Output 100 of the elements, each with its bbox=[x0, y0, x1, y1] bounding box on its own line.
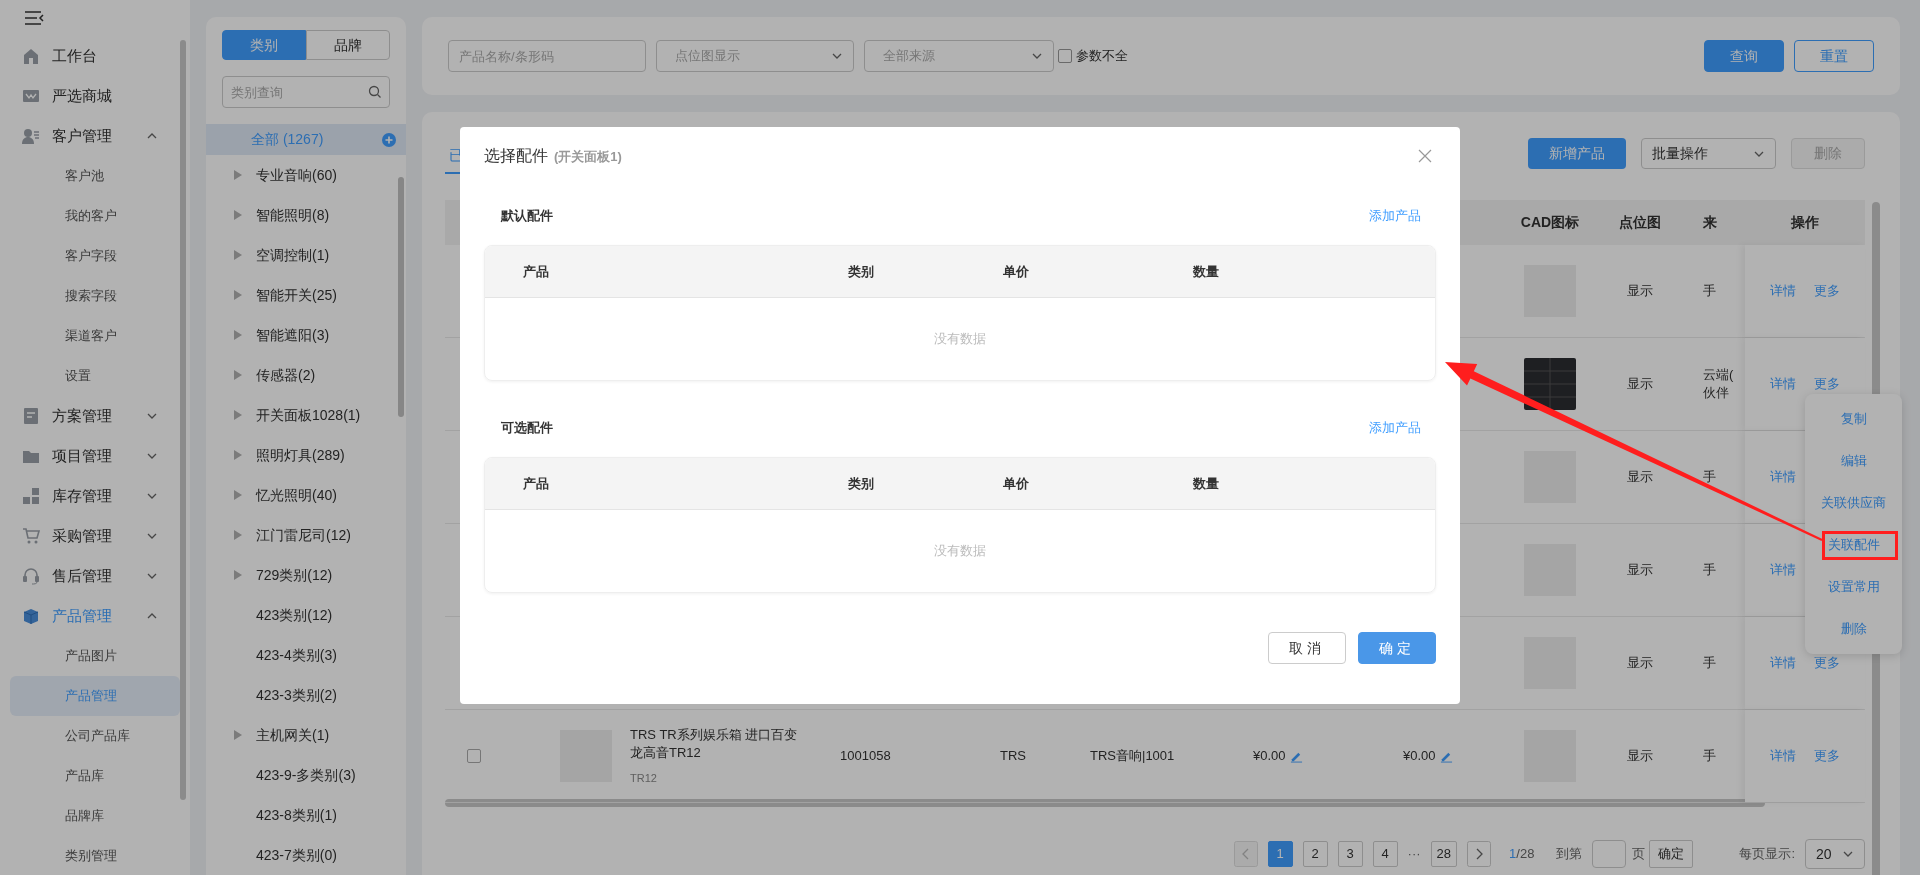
expand-triangle-icon[interactable] bbox=[234, 570, 242, 580]
page-button[interactable]: 3 bbox=[1337, 841, 1363, 867]
page-input-field[interactable] bbox=[1592, 840, 1627, 868]
section-title: 默认配件 bbox=[501, 207, 553, 226]
scrollbar[interactable] bbox=[398, 177, 404, 417]
tree-item[interactable]: 江门雷尼司(12) bbox=[256, 524, 351, 546]
cart-icon bbox=[22, 527, 40, 545]
column-header: 数量 bbox=[1193, 263, 1219, 279]
scrollbar[interactable] bbox=[445, 799, 1765, 807]
tree-item[interactable]: 423-4类别(3) bbox=[256, 644, 337, 666]
column-header: 数量 bbox=[1193, 475, 1219, 491]
switch-panel-image bbox=[1524, 358, 1576, 410]
tree-item[interactable]: 主机网关(1) bbox=[256, 724, 330, 746]
table-cell-text: 手 bbox=[1703, 468, 1717, 486]
table-cell-text: 手 bbox=[1703, 282, 1717, 300]
sidebar-subitem[interactable]: 搜索字段 bbox=[10, 276, 180, 316]
expand-triangle-icon[interactable] bbox=[234, 370, 242, 380]
price-cell-text: ¥0.00 bbox=[1253, 747, 1286, 766]
add-product-link[interactable]: 添加产品 bbox=[1369, 206, 1421, 226]
column-header: 来 bbox=[1702, 213, 1718, 232]
tree-item[interactable]: 423-8类别(1) bbox=[256, 804, 337, 826]
batch-select[interactable]: 批量操作 bbox=[1641, 138, 1776, 169]
close-icon[interactable] bbox=[1418, 149, 1432, 163]
total-pages: /28 bbox=[1516, 846, 1535, 862]
sidebar-subitem[interactable]: 类别管理 bbox=[10, 836, 180, 875]
tree-item[interactable]: 智能照明(8) bbox=[256, 204, 330, 226]
table-cell: 显示 bbox=[1627, 655, 1653, 671]
mall-icon bbox=[22, 87, 40, 105]
table-cell-text: 伙伴 bbox=[1703, 384, 1730, 402]
table-cell: 显示 bbox=[1627, 562, 1653, 578]
page-button[interactable]: 4 bbox=[1372, 841, 1398, 867]
search-field[interactable]: 类别查询 bbox=[222, 76, 390, 109]
expand-triangle-icon[interactable] bbox=[234, 410, 242, 420]
previous-page-button[interactable] bbox=[1233, 841, 1258, 867]
plus-circle-icon[interactable] bbox=[382, 132, 396, 147]
confirm-button[interactable]: 确定 bbox=[1358, 632, 1436, 664]
sidebar-subitem[interactable]: 设置 bbox=[10, 356, 180, 396]
menu-icon[interactable] bbox=[24, 10, 44, 26]
next-page-button[interactable] bbox=[1467, 841, 1492, 867]
column-header: 产品 bbox=[523, 475, 549, 491]
page-button[interactable]: 2 bbox=[1302, 841, 1328, 867]
expand-triangle-icon[interactable] bbox=[234, 170, 242, 180]
tree-item[interactable]: 专业音响(60) bbox=[256, 164, 337, 186]
tree-item[interactable]: 空调控制(1) bbox=[256, 244, 330, 266]
tree-item[interactable]: 传感器(2) bbox=[256, 364, 316, 386]
modal-subtitle: (开关面板1) bbox=[554, 148, 622, 166]
column-header: 类别 bbox=[848, 263, 874, 279]
sidebar-subitem[interactable]: 产品图片 bbox=[10, 636, 180, 676]
sidebar-item[interactable]: 工作台 bbox=[0, 36, 190, 76]
name-input-field[interactable]: 产品名称/条形码 bbox=[448, 40, 646, 72]
expand-triangle-icon[interactable] bbox=[234, 330, 242, 340]
price-cell-text: ¥0.00 bbox=[1403, 747, 1436, 766]
current-page: 1 bbox=[1509, 846, 1517, 862]
tree-item[interactable]: 423-9-多类别(3) bbox=[256, 764, 356, 786]
search-icon[interactable] bbox=[368, 85, 382, 100]
expand-triangle-icon[interactable] bbox=[234, 250, 242, 260]
tree-item[interactable]: 423-7类别(0) bbox=[256, 844, 337, 866]
table-cell: 显示 bbox=[1627, 283, 1653, 299]
confirm-page-button[interactable]: 确定 bbox=[1649, 840, 1694, 868]
tree-item[interactable]: 照明灯具(289) bbox=[256, 444, 345, 466]
checkbox[interactable] bbox=[467, 749, 481, 763]
product-model: TR12 bbox=[630, 770, 658, 786]
tree-item[interactable]: 729类别(12) bbox=[256, 564, 333, 586]
sidebar-subitem[interactable]: 我的客户 bbox=[10, 196, 180, 236]
sidebar-subitem[interactable]: 客户字段 bbox=[10, 236, 180, 276]
cube-icon bbox=[22, 607, 40, 625]
tree-item-label: 全部 (1267) bbox=[251, 130, 325, 149]
cancel-button[interactable]: 取消 bbox=[1268, 632, 1346, 664]
table-cell-text: 手 bbox=[1703, 654, 1717, 672]
table-cell-text: 手 bbox=[1703, 561, 1717, 579]
checkbox[interactable] bbox=[1058, 49, 1072, 63]
tree-item[interactable]: 智能开关(25) bbox=[256, 284, 337, 306]
page-button[interactable]: 28 bbox=[1430, 841, 1458, 867]
sidebar-subitem[interactable]: 渠道客户 bbox=[10, 316, 180, 356]
expand-triangle-icon[interactable] bbox=[234, 450, 242, 460]
sidebar-subitem[interactable]: 产品库 bbox=[10, 756, 180, 796]
category-tab[interactable]: 品牌 bbox=[306, 30, 390, 61]
expand-triangle-icon[interactable] bbox=[234, 530, 242, 540]
tree-item[interactable]: 智能遮阳(3) bbox=[256, 324, 330, 346]
tree-item[interactable]: 423类别(12) bbox=[256, 604, 333, 626]
sidebar-subitem[interactable]: 客户池 bbox=[10, 156, 180, 196]
expand-triangle-icon[interactable] bbox=[234, 210, 242, 220]
scrollbar[interactable] bbox=[180, 40, 186, 800]
section-title: 可选配件 bbox=[501, 419, 553, 438]
table-cell: 1001058 bbox=[840, 748, 891, 764]
user-card-icon bbox=[22, 127, 40, 145]
sidebar-subitem[interactable]: 公司产品库 bbox=[10, 716, 180, 756]
tree-item[interactable]: 开关面板1028(1) bbox=[256, 404, 361, 426]
add-product-link[interactable]: 添加产品 bbox=[1369, 418, 1421, 438]
blocks-icon bbox=[22, 487, 40, 505]
ellipsis: ··· bbox=[1407, 845, 1421, 864]
tree-item[interactable]: 忆光照明(40) bbox=[256, 484, 337, 506]
expand-triangle-icon[interactable] bbox=[234, 490, 242, 500]
expand-triangle-icon[interactable] bbox=[234, 730, 242, 740]
table-cell: 显示 bbox=[1627, 469, 1653, 485]
sidebar-subitem[interactable]: 品牌库 bbox=[10, 796, 180, 836]
column-header: 单价 bbox=[1003, 475, 1029, 491]
page-size-select[interactable]: 20 bbox=[1805, 839, 1865, 869]
expand-triangle-icon[interactable] bbox=[234, 290, 242, 300]
tree-item[interactable]: 423-3类别(2) bbox=[256, 684, 337, 706]
